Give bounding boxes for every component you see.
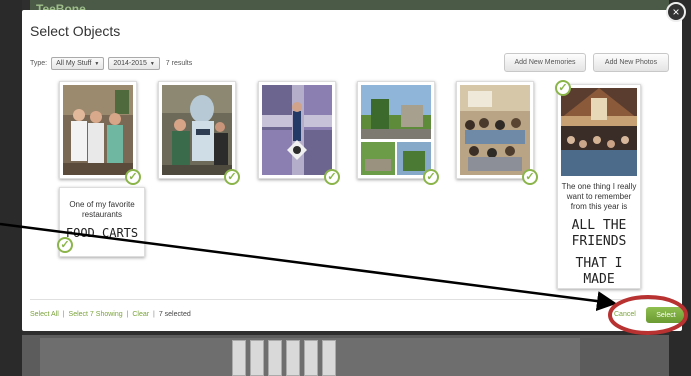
filter-row: Type: All My Stuff ▼ 2014-2015 ▼ 7 resul… [30, 57, 192, 70]
memory-item-friends-note[interactable]: The one thing I really want to remember … [557, 84, 641, 289]
photo-image [262, 85, 332, 175]
separator: | [62, 311, 65, 318]
photo-item-mascot[interactable] [158, 81, 236, 179]
footer-selection-links: Select All | Select 7 Showing | Clear | … [30, 311, 191, 318]
checkmark-icon[interactable]: ✓ [125, 169, 141, 185]
memory-note-line: from this year is [570, 202, 628, 211]
photo-item-friends[interactable] [59, 81, 137, 179]
photo-image [63, 85, 133, 175]
footer-divider [30, 299, 674, 300]
checkmark-icon[interactable]: ✓ [224, 169, 240, 185]
select-all-link[interactable]: Select All [30, 311, 59, 318]
cancel-link[interactable]: Cancel [614, 311, 636, 318]
select-showing-link[interactable]: Select 7 Showing [69, 311, 123, 318]
photo-image [460, 85, 530, 175]
photo-image [361, 85, 431, 175]
separator: | [126, 311, 129, 318]
background-thumb [304, 340, 318, 376]
type-select[interactable]: All My Stuff ▼ [51, 57, 105, 70]
clear-link[interactable]: Clear [132, 311, 149, 318]
selected-count: 7 selected [158, 311, 191, 318]
background-left-strip [0, 0, 22, 376]
memory-note-handwritten: THAT I MADE [575, 256, 623, 287]
memory-note-line: want to remember [566, 192, 632, 201]
select-objects-modal: Select Objects Type: All My Stuff ▼ 2014… [22, 10, 686, 331]
memory-note-line: The one thing I really [561, 182, 637, 191]
background-thumb [322, 340, 336, 376]
type-select-value: All My Stuff [56, 60, 92, 67]
add-new-photos-button[interactable]: Add New Photos [593, 53, 669, 72]
year-select-value: 2014-2015 [113, 60, 147, 67]
memory-note-handwritten: FOOD CARTS [65, 226, 139, 240]
year-select[interactable]: 2014-2015 ▼ [108, 57, 160, 70]
checkmark-icon[interactable]: ✓ [555, 80, 571, 96]
separator: | [153, 311, 155, 318]
photo-item-gym[interactable] [258, 81, 336, 179]
background-thumb [232, 340, 246, 376]
memory-note-handwritten: ALL THE FRIENDS [571, 218, 627, 249]
photo-image [561, 88, 637, 176]
chevron-down-icon: ▼ [149, 60, 155, 67]
close-icon[interactable]: × [666, 2, 686, 22]
background-thumb [250, 340, 264, 376]
background-thumb [268, 340, 282, 376]
photo-item-meeting[interactable] [456, 81, 534, 179]
checkmark-icon[interactable]: ✓ [423, 169, 439, 185]
modal-title: Select Objects [30, 23, 121, 39]
photo-image [162, 85, 232, 175]
photo-item-street[interactable] [357, 81, 435, 179]
type-label: Type: [30, 60, 48, 67]
chevron-down-icon: ▼ [94, 60, 100, 67]
add-new-memories-button[interactable]: Add New Memories [504, 53, 586, 72]
select-button[interactable]: Select [646, 307, 686, 323]
results-count: 7 results [165, 60, 193, 67]
memory-note-line: restaurants [81, 210, 123, 219]
memory-note-line: One of my favorite [69, 200, 135, 209]
checkmark-icon[interactable]: ✓ [522, 169, 538, 185]
checkmark-icon[interactable]: ✓ [57, 237, 73, 253]
checkmark-icon[interactable]: ✓ [324, 169, 340, 185]
background-thumb [286, 340, 300, 376]
